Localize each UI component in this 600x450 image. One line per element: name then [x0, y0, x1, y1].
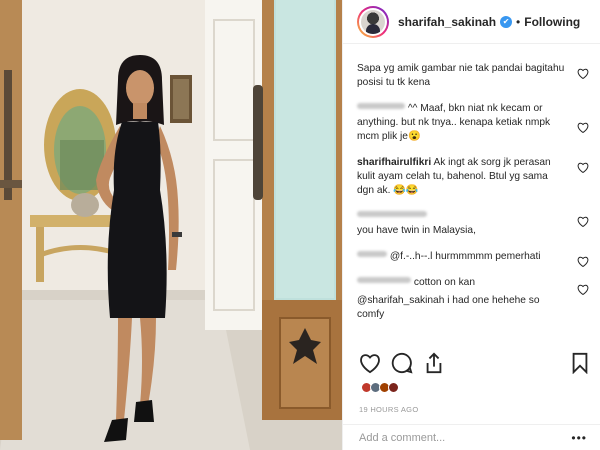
- avatar[interactable]: [357, 5, 389, 38]
- comment-like-heart-icon[interactable]: [577, 68, 589, 79]
- username-link[interactable]: sharifah_sakinah: [398, 15, 496, 29]
- blurred-username: [357, 277, 411, 283]
- comment-item: ^^ Maaf, bkn niat nk kecam or anything. …: [357, 102, 593, 144]
- post-timestamp: 19 HOURS AGO: [359, 405, 419, 414]
- comment-text: @f.-..h--.l hurmmmmm pemerhati: [389, 251, 541, 262]
- comment-like-heart-icon[interactable]: [577, 256, 589, 267]
- add-comment-placeholder: Add a comment...: [359, 432, 446, 444]
- more-options-icon[interactable]: •••: [571, 425, 587, 450]
- blurred-username: [357, 103, 405, 109]
- photo-illustration: [0, 0, 342, 450]
- comment-item: you have twin in Malaysia,: [357, 210, 593, 238]
- verified-badge-icon: ✔: [500, 15, 513, 28]
- comment-like-heart-icon[interactable]: [577, 216, 589, 227]
- comment-item: @f.-..h--.l hurmmmmm pemerhati: [357, 250, 593, 267]
- following-button[interactable]: Following: [524, 15, 580, 29]
- comment-item: @sharifah_sakinah i had one hehehe so co…: [357, 284, 593, 322]
- comment-item: sharifhairulfikri Ak ingt ak sorg jk per…: [357, 156, 593, 198]
- post-header: sharifah_sakinah ✔ • Following: [343, 0, 600, 44]
- bookmark-icon[interactable]: [569, 352, 591, 374]
- comment-text: Sapa yg amik gambar nie tak pandai bagit…: [357, 63, 565, 88]
- comment-like-heart-icon[interactable]: [577, 162, 589, 173]
- share-icon[interactable]: [423, 352, 445, 374]
- add-comment-field[interactable]: Add a comment... •••: [343, 424, 600, 450]
- comment-item: Sapa yg amik gambar nie tak pandai bagit…: [357, 62, 593, 90]
- comment-icon[interactable]: [391, 352, 413, 374]
- comment-username[interactable]: sharifhairulfikri: [357, 157, 431, 168]
- comment-item: cotton on kan: [357, 276, 593, 290]
- blurred-username: [357, 251, 387, 257]
- heart-icon[interactable]: [359, 352, 381, 374]
- comment-text: you have twin in Malaysia,: [357, 225, 476, 236]
- post-side-panel: sharifah_sakinah ✔ • Following Sapa yg a…: [342, 0, 600, 450]
- liked-by-avatars[interactable]: [361, 382, 399, 393]
- post-actions-bar: [343, 352, 600, 382]
- comments-list: Sapa yg amik gambar nie tak pandai bagit…: [357, 62, 593, 334]
- comment-text: cotton on kan: [413, 277, 476, 288]
- comment-text: @sharifah_sakinah i had one hehehe so co…: [357, 295, 540, 320]
- comment-like-heart-icon[interactable]: [577, 122, 589, 133]
- avatar-image: [361, 9, 385, 34]
- separator-dot: •: [516, 14, 521, 29]
- post-photo[interactable]: [0, 0, 342, 450]
- blurred-username: [357, 211, 427, 217]
- comment-like-heart-icon[interactable]: [577, 284, 589, 295]
- liker-avatar: [388, 382, 399, 393]
